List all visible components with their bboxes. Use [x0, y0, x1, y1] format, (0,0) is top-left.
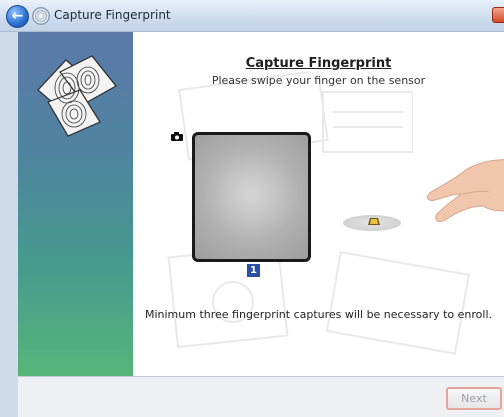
sidebar-panel	[18, 32, 133, 376]
capture-count-badge: 1	[247, 264, 260, 277]
instruction-text: Please swipe your finger on the sensor	[211, 74, 426, 87]
back-arrow-icon: ←	[11, 8, 24, 24]
camera-icon[interactable]	[171, 132, 183, 141]
fingerprint-preview	[192, 132, 311, 262]
close-button[interactable]	[492, 7, 504, 23]
wizard-window: ← Capture Fingerprint Capture Fingerprin…	[0, 0, 504, 417]
main-content: Capture Fingerprint Please swipe your fi…	[133, 32, 504, 376]
page-title: Capture Fingerprint	[245, 56, 392, 71]
fingerprint-icon	[32, 7, 50, 25]
enroll-info-text: Minimum three fingerprint captures will …	[144, 308, 492, 321]
fingerprint-cards-icon	[37, 55, 117, 137]
window-title: Capture Fingerprint	[54, 8, 171, 22]
sensor-icon	[368, 218, 380, 225]
next-button[interactable]: Next	[446, 387, 502, 410]
hand-illustration	[427, 159, 504, 223]
footer-bar: Next	[18, 376, 504, 417]
title-bar: ← Capture Fingerprint	[0, 0, 504, 32]
back-button[interactable]: ←	[6, 5, 29, 28]
